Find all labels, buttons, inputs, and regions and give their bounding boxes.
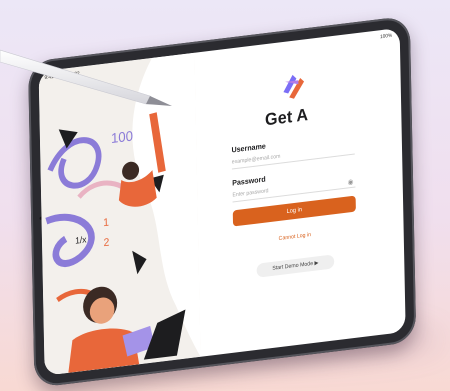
stylus-pencil-icon	[0, 49, 172, 106]
ratio-text: 1/x	[75, 234, 87, 246]
start-demo-button[interactable]: Start Demo Mode ▶	[256, 254, 335, 278]
fraction-top: 1	[103, 216, 109, 229]
password-placeholder: Enter password	[232, 188, 269, 199]
username-placeholder: example@email.com	[231, 153, 281, 166]
fraction-bottom: 2	[103, 236, 109, 249]
cannot-login-link[interactable]: Cannot Log in	[233, 227, 356, 248]
scene: 100 1/x 1 2 9:41 Mon Jun 22 100% Get A U…	[0, 0, 450, 391]
show-password-icon[interactable]: ◉	[348, 177, 354, 190]
